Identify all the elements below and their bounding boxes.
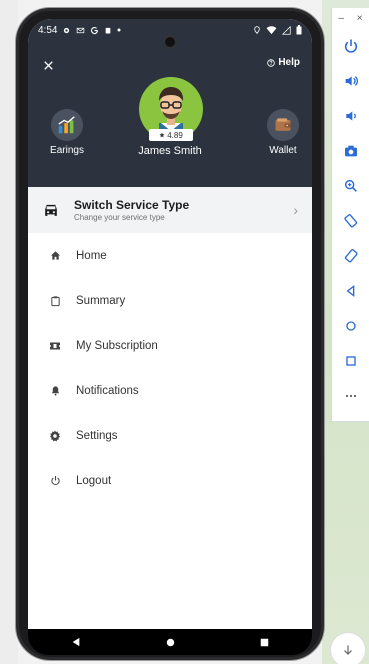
settings-status-icon <box>64 27 70 33</box>
menu-item-label: Notifications <box>76 384 139 397</box>
nav-recents-icon[interactable] <box>260 638 269 647</box>
location-status-icon <box>254 26 260 34</box>
chevron-right-icon: › <box>293 202 298 218</box>
wifi-status-icon <box>266 25 277 34</box>
drawer-menu: Home Summary My Subscription Notificatio… <box>28 233 312 503</box>
status-time: 4:54 <box>38 24 58 36</box>
wallet-icon <box>275 118 291 131</box>
android-nav-bar <box>28 629 312 655</box>
overview-button[interactable] <box>332 343 369 378</box>
help-label: Help <box>278 57 300 68</box>
help-icon <box>267 58 276 67</box>
clipboard-icon <box>48 294 62 308</box>
wallet-shortcut[interactable]: Wallet <box>258 109 308 156</box>
emulator-window-controls: – × <box>332 8 369 28</box>
rotate-right-icon <box>344 248 358 262</box>
front-camera <box>163 35 177 49</box>
volume-up-button[interactable] <box>332 63 369 98</box>
google-status-icon <box>91 26 99 34</box>
menu-item-label: My Subscription <box>76 339 158 352</box>
bell-icon <box>48 384 62 398</box>
menu-item-notifications[interactable]: Notifications <box>28 368 312 413</box>
close-icon <box>43 60 53 70</box>
switch-service-text: Switch Service Type Change your service … <box>74 198 189 222</box>
zoom-icon <box>344 179 357 192</box>
phone-frame: 4:54 Help Earings 4.89 James Smith Walle… <box>16 8 324 660</box>
home-icon <box>48 249 62 263</box>
battery-status-icon <box>296 25 302 35</box>
back-triangle-icon <box>346 284 355 297</box>
menu-item-label: Summary <box>76 294 126 307</box>
car-icon <box>45 204 57 216</box>
close-drawer-button[interactable] <box>40 57 56 73</box>
menu-item-home[interactable]: Home <box>28 233 312 278</box>
star-icon <box>159 132 165 138</box>
earnings-chart-icon <box>58 116 75 134</box>
back-button[interactable] <box>332 273 369 308</box>
ticket-icon <box>48 339 62 353</box>
menu-item-my-subscription[interactable]: My Subscription <box>28 323 312 368</box>
more-button[interactable] <box>332 378 369 413</box>
earnings-shortcut[interactable]: Earings <box>42 109 92 156</box>
menu-item-settings[interactable]: Settings <box>28 413 312 458</box>
menu-item-summary[interactable]: Summary <box>28 278 312 323</box>
menu-item-logout[interactable]: Logout <box>28 458 312 503</box>
arrow-down-icon <box>344 645 352 655</box>
minimize-icon[interactable]: – <box>338 13 344 24</box>
emulator-toolbar: – × <box>331 8 369 422</box>
home-button[interactable] <box>332 308 369 343</box>
clipboard-status-icon <box>106 27 111 33</box>
volume-down-icon <box>346 110 356 121</box>
switch-service-title: Switch Service Type <box>74 198 190 212</box>
phone-screen: 4:54 Help Earings 4.89 James Smith Walle… <box>28 19 312 629</box>
help-button[interactable]: Help <box>267 57 300 68</box>
earnings-icon-wrap <box>51 109 83 141</box>
power-icon <box>344 38 358 53</box>
power-icon <box>48 474 62 488</box>
signal-status-icon <box>282 25 291 35</box>
home-circle-icon <box>346 320 356 331</box>
earnings-label: Earings <box>50 145 84 156</box>
switch-service-type-row[interactable]: Switch Service Type Change your service … <box>28 187 312 233</box>
menu-item-label: Home <box>76 249 107 262</box>
volume-down-button[interactable] <box>332 98 369 133</box>
overview-square-icon <box>346 355 356 366</box>
menu-item-label: Logout <box>76 474 112 487</box>
power-button[interactable] <box>332 28 369 63</box>
menu-item-label: Settings <box>76 429 118 442</box>
gear-icon <box>48 429 62 443</box>
close-icon[interactable]: × <box>357 13 363 24</box>
wallet-icon-wrap <box>267 109 299 141</box>
screenshot-button[interactable] <box>332 133 369 168</box>
rotate-left-button[interactable] <box>332 203 369 238</box>
gmail-status-icon <box>77 27 85 33</box>
volume-up-icon <box>345 75 358 86</box>
switch-service-subtitle: Change your service type <box>74 213 165 222</box>
user-name: James Smith <box>138 145 202 157</box>
nav-back-icon[interactable] <box>71 637 81 647</box>
rating-value: 4.89 <box>167 130 183 140</box>
rotate-right-button[interactable] <box>332 238 369 273</box>
rotate-left-icon <box>344 213 358 227</box>
scroll-down-button[interactable] <box>330 632 366 664</box>
drawer-header: 4:54 Help Earings 4.89 James Smith Walle… <box>28 19 312 187</box>
zoom-button[interactable] <box>332 168 369 203</box>
dot-status-icon <box>117 28 121 32</box>
rating-badge: 4.89 <box>149 129 193 141</box>
more-dots-icon <box>345 394 357 397</box>
wallet-label: Wallet <box>269 145 297 156</box>
nav-home-icon[interactable] <box>166 638 175 647</box>
camera-icon <box>345 145 357 156</box>
